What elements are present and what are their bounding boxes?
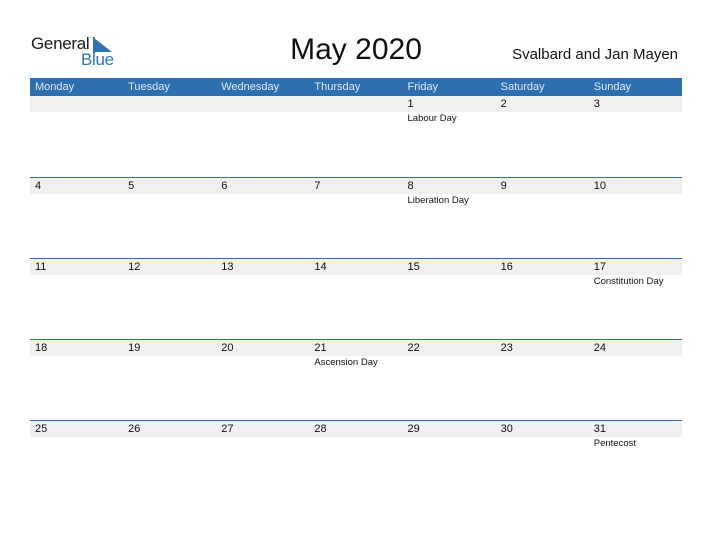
holiday-label [403,437,496,451]
event-row: Pentecost [30,437,682,451]
day-number: 15 [407,261,420,273]
holiday-label [589,356,682,370]
holiday-label [496,194,589,208]
holiday-label [309,112,402,126]
weekday-saturday: Saturday [500,81,545,93]
region-label: Svalbard and Jan Mayen [512,46,678,63]
calendar-grid: Monday Tuesday Wednesday Thursday Friday… [30,78,682,501]
holiday-label [123,437,216,451]
event-row: Ascension Day [30,356,682,370]
day-number: 3 [593,98,600,110]
day-number: 6 [221,180,228,192]
weekday-sunday: Sunday [593,81,632,93]
day-number: 5 [128,180,135,192]
day-number: 4 [35,180,42,192]
holiday-label [30,275,123,289]
day-number: 2 [500,98,507,110]
day-number: 18 [35,342,48,354]
week-row: 18 19 20 21 22 23 24 Ascension Day [30,339,682,420]
weekday-monday: Monday [35,81,75,93]
holiday-label [496,437,589,451]
week-row: 11 12 13 14 15 16 17 Constitution Day [30,258,682,339]
day-number: 9 [500,180,507,192]
day-number: 1 [407,98,414,110]
day-number: 24 [593,342,606,354]
event-row: Constitution Day [30,275,682,289]
holiday-label [30,194,123,208]
date-row: 1 2 3 [30,96,682,112]
holiday-label [496,112,589,126]
day-number: 14 [314,261,327,273]
day-number: 10 [593,180,606,192]
day-number: 25 [35,423,48,435]
day-number [309,96,402,112]
day-number: 27 [221,423,234,435]
day-number: 23 [500,342,513,354]
day-number: 22 [407,342,420,354]
holiday-label [123,275,216,289]
weekday-thursday: Thursday [314,81,361,93]
day-number: 16 [500,261,513,273]
date-row: 25 26 27 28 29 30 31 [30,421,682,437]
day-number: 19 [128,342,141,354]
holiday-label [496,356,589,370]
holiday-label [403,356,496,370]
week-row: 4 5 6 7 8 9 10 Liberation Day [30,177,682,258]
holiday-label [123,356,216,370]
day-number: 12 [128,261,141,273]
day-number [123,96,216,112]
day-number: 11 [35,261,47,273]
holiday-label [403,275,496,289]
weekday-friday: Friday [407,81,439,93]
date-row: 11 12 13 14 15 16 17 [30,259,682,275]
holiday-label: Liberation Day [407,195,469,206]
day-number [216,96,309,112]
holiday-label [309,275,402,289]
holiday-label: Pentecost [593,438,636,449]
day-number: 30 [500,423,513,435]
holiday-label [216,437,309,451]
holiday-label [216,112,309,126]
holiday-label [30,356,123,370]
day-number: 8 [407,180,414,192]
holiday-label [496,275,589,289]
weekday-header: Monday Tuesday Wednesday Thursday Friday… [30,78,682,96]
weekday-wednesday: Wednesday [221,81,280,93]
date-row: 18 19 20 21 22 23 24 [30,340,682,356]
holiday-label [30,437,123,451]
day-number: 21 [314,342,327,354]
holiday-label [216,194,309,208]
holiday-label: Constitution Day [593,276,664,287]
holiday-label: Ascension Day [314,357,378,368]
holiday-label [309,437,402,451]
day-number: 26 [128,423,141,435]
holiday-label [216,356,309,370]
holiday-label [216,275,309,289]
week-row: 1 2 3 Labour Day [30,96,682,177]
day-number: 7 [314,180,321,192]
day-number: 13 [221,261,234,273]
day-number: 20 [221,342,234,354]
holiday-label [123,194,216,208]
weekday-tuesday: Tuesday [128,81,170,93]
holiday-label: Labour Day [407,113,457,124]
day-number: 28 [314,423,327,435]
date-row: 4 5 6 7 8 9 10 [30,178,682,194]
event-row: Liberation Day [30,194,682,208]
event-row: Labour Day [30,112,682,126]
holiday-label [123,112,216,126]
holiday-label [589,194,682,208]
day-number: 17 [593,261,606,273]
day-number: 29 [407,423,420,435]
day-number [30,96,123,112]
holiday-label [30,112,123,126]
holiday-label [589,112,682,126]
week-row: 25 26 27 28 29 30 31 Pentecost [30,420,682,501]
holiday-label [309,194,402,208]
day-number: 31 [593,423,606,435]
